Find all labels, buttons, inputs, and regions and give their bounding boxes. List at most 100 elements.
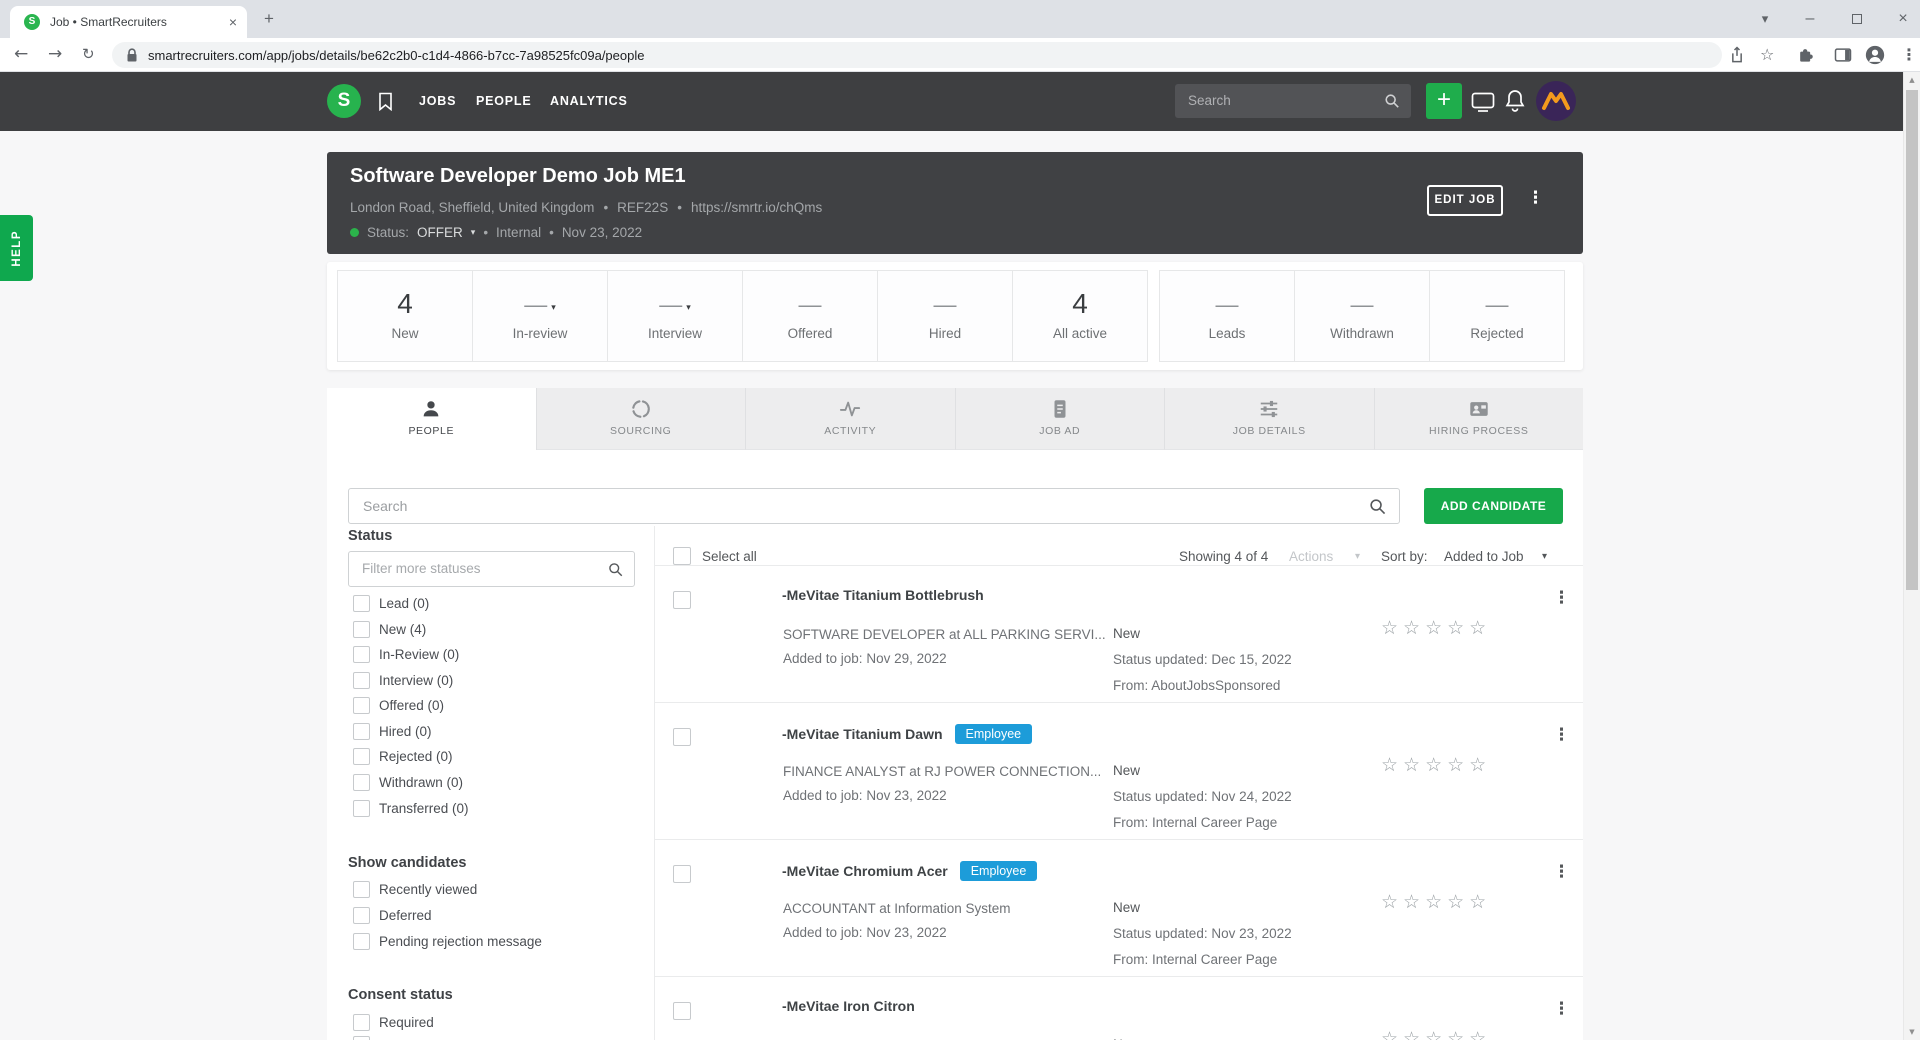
window-close-icon[interactable]: ×	[1886, 0, 1920, 38]
filter-option[interactable]: Hired (0)	[379, 723, 432, 740]
candidate-search-input[interactable]: Search	[348, 488, 1400, 524]
filter-option[interactable]: Required	[379, 1014, 434, 1031]
nav-link-jobs[interactable]: JOBS	[419, 72, 456, 131]
checkbox-offered[interactable]	[353, 697, 370, 714]
sort-caret-icon[interactable]: ▾	[1542, 551, 1547, 562]
smartrecruiters-logo[interactable]: S	[327, 84, 361, 118]
checkbox-consent-partial[interactable]	[353, 1036, 370, 1040]
checkbox-interview[interactable]	[353, 672, 370, 689]
scrollbar-thumb[interactable]	[1906, 90, 1918, 590]
select-all-checkbox[interactable]	[673, 547, 691, 565]
quick-add-button[interactable]: +	[1426, 83, 1462, 119]
candidate-menu-icon[interactable]: ⋮	[1553, 725, 1570, 745]
window-menu-icon[interactable]: ▾	[1748, 0, 1782, 38]
new-tab-button[interactable]: +	[258, 8, 280, 30]
candidate-row[interactable]: -MeVitae Titanium Bottlebrush SOFTWARE D…	[655, 565, 1583, 702]
filter-option[interactable]: Transferred (0)	[379, 800, 469, 817]
forward-icon[interactable]: →	[48, 38, 62, 72]
rating-stars[interactable]: ☆☆☆☆☆	[1381, 891, 1491, 913]
candidate-name[interactable]: -MeVitae Titanium Dawn	[782, 726, 943, 742]
tab-activity[interactable]: ACTIVITY	[746, 388, 956, 450]
candidate-row[interactable]: -MeVitae Iron Citron ACCOUNTANT at ADALI…	[655, 976, 1583, 1040]
filter-option[interactable]: New (4)	[379, 621, 426, 638]
profile-avatar-icon[interactable]	[1864, 44, 1886, 66]
share-icon[interactable]	[1727, 45, 1747, 65]
candidate-row[interactable]: -MeVitae Titanium Dawn Employee FINANCE …	[655, 702, 1583, 839]
browser-menu-icon[interactable]: ⋮	[1901, 38, 1917, 72]
bookmark-star-icon[interactable]: ☆	[1760, 38, 1774, 72]
stage-hired[interactable]: — Hired	[877, 270, 1013, 362]
checkbox-consent-required[interactable]	[353, 1014, 370, 1031]
scroll-up-icon[interactable]: ▲	[1904, 72, 1920, 88]
filter-option[interactable]: Lead (0)	[379, 595, 429, 612]
filter-option[interactable]: Deferred	[379, 907, 432, 924]
job-menu-icon[interactable]: ⋮	[1527, 188, 1544, 208]
window-maximize-icon[interactable]	[1840, 0, 1874, 38]
checkbox-withdrawn[interactable]	[353, 774, 370, 791]
checkbox-recently-viewed[interactable]	[353, 881, 370, 898]
checkbox-deferred[interactable]	[353, 907, 370, 924]
checkbox-lead[interactable]	[353, 595, 370, 612]
candidate-checkbox[interactable]	[673, 728, 691, 746]
actions-caret-icon[interactable]: ▾	[1355, 551, 1360, 562]
tab-job-ad[interactable]: JOB AD	[956, 388, 1166, 450]
add-candidate-button[interactable]: ADD CANDIDATE	[1424, 488, 1563, 524]
stage-caret-icon[interactable]: ▾	[551, 303, 556, 313]
filter-option[interactable]: Interview (0)	[379, 672, 453, 689]
stage-withdrawn[interactable]: — Withdrawn	[1294, 270, 1430, 362]
nav-link-people[interactable]: PEOPLE	[476, 72, 532, 131]
stage-caret-icon[interactable]: ▾	[686, 303, 691, 313]
actions-dropdown[interactable]: Actions	[1289, 549, 1333, 565]
rating-stars[interactable]: ☆☆☆☆☆	[1381, 617, 1491, 639]
page-scrollbar[interactable]: ▲ ▼	[1903, 72, 1920, 1040]
checkbox-pending-rejection[interactable]	[353, 933, 370, 950]
rating-stars[interactable]: ☆☆☆☆☆	[1381, 1028, 1491, 1040]
stage-all-active[interactable]: 4 All active	[1012, 270, 1148, 362]
candidate-menu-icon[interactable]: ⋮	[1553, 862, 1570, 882]
stage-in-review[interactable]: —▾ In-review	[472, 270, 608, 362]
candidate-name[interactable]: -MeVitae Iron Citron	[782, 998, 915, 1014]
side-panel-icon[interactable]	[1833, 45, 1853, 65]
tab-job-details[interactable]: JOB DETAILS	[1165, 388, 1375, 450]
filter-option[interactable]: Pending rejection message	[379, 933, 542, 950]
candidate-checkbox[interactable]	[673, 865, 691, 883]
extensions-icon[interactable]	[1796, 45, 1816, 65]
reload-icon[interactable]: ↻	[82, 38, 95, 72]
browser-tab[interactable]: S Job • SmartRecruiters ×	[10, 6, 247, 38]
checkbox-hired[interactable]	[353, 723, 370, 740]
filter-statuses-input[interactable]: Filter more statuses	[348, 551, 635, 587]
candidate-checkbox[interactable]	[673, 591, 691, 609]
checkbox-transferred[interactable]	[353, 800, 370, 817]
sort-by-value[interactable]: Added to Job	[1444, 549, 1524, 565]
rating-stars[interactable]: ☆☆☆☆☆	[1381, 754, 1491, 776]
tab-sourcing[interactable]: SOURCING	[537, 388, 747, 450]
checkbox-in-review[interactable]	[353, 646, 370, 663]
checkbox-rejected[interactable]	[353, 748, 370, 765]
checkbox-new[interactable]	[353, 621, 370, 638]
status-caret-icon[interactable]: ▾	[471, 228, 476, 238]
filter-option[interactable]: Rejected (0)	[379, 748, 453, 765]
stage-offered[interactable]: — Offered	[742, 270, 878, 362]
status-value[interactable]: OFFER	[417, 225, 463, 240]
user-avatar[interactable]	[1536, 81, 1576, 121]
nav-link-analytics[interactable]: ANALYTICS	[550, 72, 628, 131]
scroll-down-icon[interactable]: ▼	[1904, 1024, 1920, 1040]
tab-close-icon[interactable]: ×	[229, 15, 237, 29]
job-short-url[interactable]: https://smrtr.io/chQms	[691, 200, 822, 215]
filter-option[interactable]: Withdrawn (0)	[379, 774, 463, 791]
candidate-name[interactable]: -MeVitae Titanium Bottlebrush	[782, 587, 984, 603]
url-input[interactable]: smartrecruiters.com/app/jobs/details/be6…	[112, 42, 1722, 68]
tab-hiring-process[interactable]: HIRING PROCESS	[1375, 388, 1584, 450]
select-all-label[interactable]: Select all	[702, 549, 757, 565]
notifications-bell-icon[interactable]	[1505, 89, 1525, 113]
candidate-menu-icon[interactable]: ⋮	[1553, 588, 1570, 608]
help-tab[interactable]: HELP	[0, 215, 33, 281]
global-search-input[interactable]: Search	[1175, 84, 1411, 118]
candidate-menu-icon[interactable]: ⋮	[1553, 999, 1570, 1019]
edit-job-button[interactable]: EDIT JOB	[1427, 185, 1503, 216]
stage-new[interactable]: 4 New	[337, 270, 473, 362]
candidate-name[interactable]: -MeVitae Chromium Acer	[782, 863, 948, 879]
candidate-row[interactable]: -MeVitae Chromium Acer Employee ACCOUNTA…	[655, 839, 1583, 976]
back-icon[interactable]: ←	[14, 38, 28, 72]
stage-leads[interactable]: — Leads	[1159, 270, 1295, 362]
